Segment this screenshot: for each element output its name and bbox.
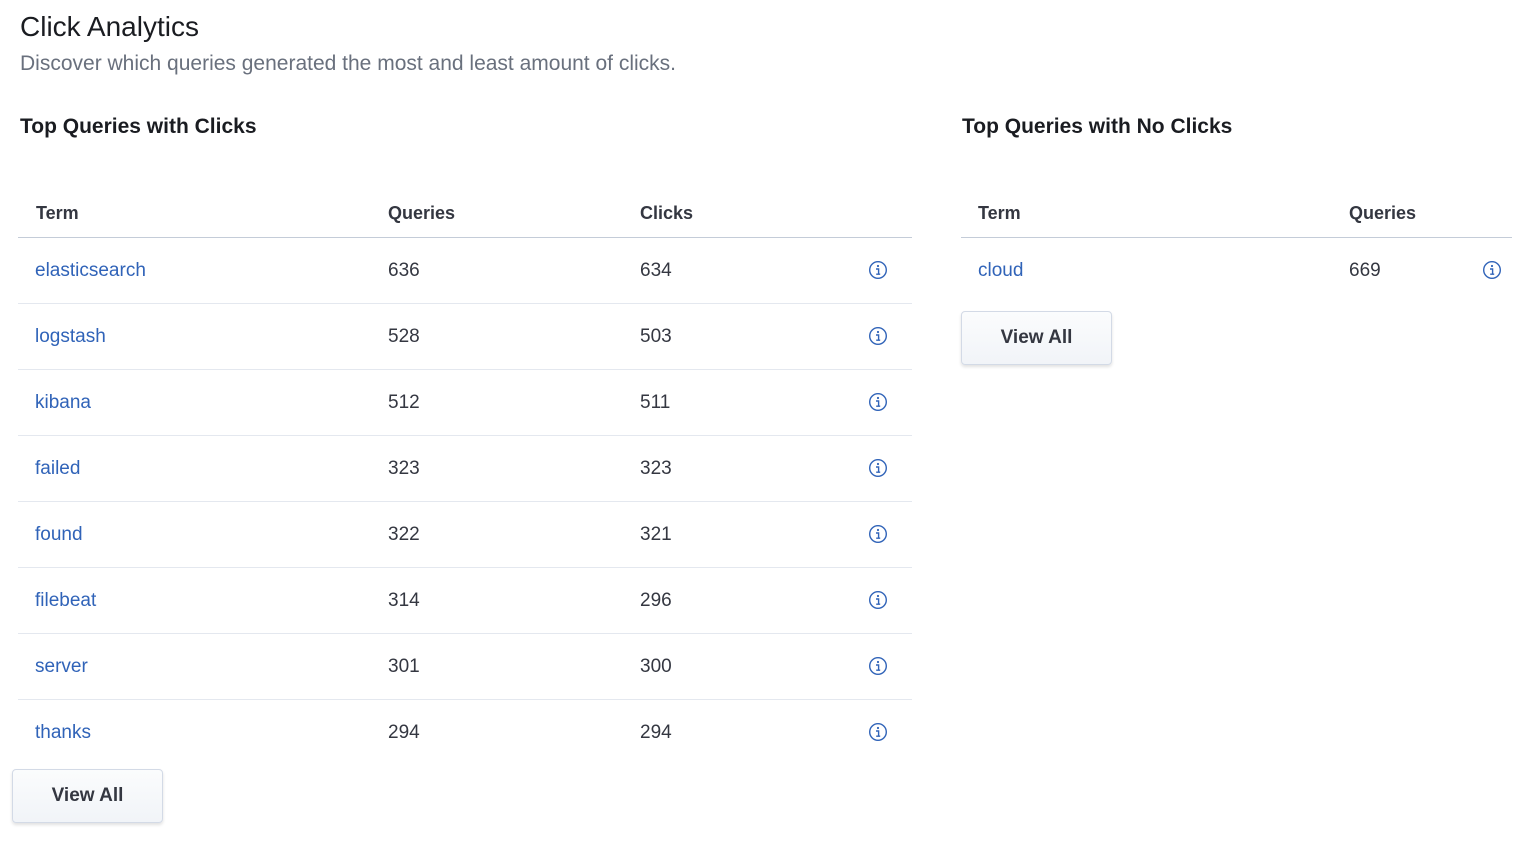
term-link[interactable]: server <box>35 656 88 677</box>
info-icon[interactable] <box>868 326 888 346</box>
term-link[interactable]: found <box>35 524 83 545</box>
column-header-term[interactable]: Term <box>18 189 388 238</box>
clicks-count: 503 <box>640 325 672 347</box>
row-actions <box>850 435 912 502</box>
top-queries-with-clicks-panel: Top Queries with Clicks Term Queries Cli… <box>12 112 912 823</box>
term-link[interactable]: elasticsearch <box>35 260 146 281</box>
row-actions <box>850 237 912 304</box>
table-row: thanks 294 294 <box>18 700 912 766</box>
info-icon[interactable] <box>868 722 888 742</box>
with-clicks-table: Term Queries Clicks elasticsearch 636 634 l… <box>18 189 912 765</box>
queries-count: 528 <box>388 325 420 347</box>
clicks-count: 511 <box>640 391 671 413</box>
clicks-count: 323 <box>640 457 672 479</box>
queries-count: 301 <box>388 655 420 677</box>
table-row: found 322 321 <box>18 501 912 568</box>
row-actions <box>850 369 912 436</box>
table-row: filebeat 314 296 <box>18 567 912 634</box>
term-link[interactable]: failed <box>35 458 80 479</box>
column-header-queries[interactable]: Queries <box>388 189 640 238</box>
table-row: failed 323 323 <box>18 435 912 502</box>
info-icon[interactable] <box>868 524 888 544</box>
table-header-row: Term Queries <box>961 189 1512 238</box>
page-subtitle: Discover which queries generated the mos… <box>20 52 676 75</box>
clicks-count: 634 <box>640 259 672 281</box>
queries-count: 669 <box>1349 259 1381 281</box>
row-actions <box>850 501 912 568</box>
queries-count: 323 <box>388 457 420 479</box>
queries-count: 314 <box>388 589 420 611</box>
panel-title-with-clicks: Top Queries with Clicks <box>20 115 257 138</box>
info-icon[interactable] <box>868 392 888 412</box>
term-link[interactable]: filebeat <box>35 590 96 611</box>
row-actions <box>850 633 912 700</box>
table-row: kibana 512 511 <box>18 369 912 436</box>
table-row: elasticsearch 636 634 <box>18 237 912 304</box>
table-row: server 301 300 <box>18 633 912 700</box>
column-header-actions <box>850 189 912 238</box>
row-actions <box>1467 238 1512 304</box>
info-icon[interactable] <box>1482 260 1502 280</box>
table-row: cloud 669 <box>961 238 1512 304</box>
term-link[interactable]: cloud <box>978 260 1023 281</box>
panel-title-no-clicks: Top Queries with No Clicks <box>962 115 1233 138</box>
row-actions <box>850 700 912 766</box>
queries-count: 322 <box>388 523 420 545</box>
no-clicks-table: Term Queries cloud 669 <box>961 189 1512 303</box>
info-icon[interactable] <box>868 590 888 610</box>
clicks-count: 296 <box>640 589 672 611</box>
row-actions <box>850 567 912 634</box>
column-header-term[interactable]: Term <box>961 189 1349 238</box>
top-queries-no-clicks-panel: Top Queries with No Clicks Term Queries … <box>961 112 1513 365</box>
term-link[interactable]: logstash <box>35 326 106 347</box>
term-link[interactable]: kibana <box>35 392 91 413</box>
queries-count: 512 <box>388 391 420 413</box>
page-title: Click Analytics <box>20 11 199 42</box>
view-all-button-with-clicks[interactable]: View All <box>12 769 163 823</box>
queries-count: 294 <box>388 721 420 743</box>
view-all-button-no-clicks[interactable]: View All <box>961 311 1112 365</box>
info-icon[interactable] <box>868 260 888 280</box>
term-link[interactable]: thanks <box>35 722 91 743</box>
table-header-row: Term Queries Clicks <box>18 189 912 238</box>
info-icon[interactable] <box>868 458 888 478</box>
clicks-count: 294 <box>640 721 672 743</box>
table-row: logstash 528 503 <box>18 303 912 370</box>
column-header-actions <box>1467 189 1512 238</box>
clicks-count: 300 <box>640 655 672 677</box>
clicks-count: 321 <box>640 523 672 545</box>
column-header-clicks[interactable]: Clicks <box>640 189 850 238</box>
info-icon[interactable] <box>868 656 888 676</box>
row-actions <box>850 303 912 370</box>
queries-count: 636 <box>388 259 420 281</box>
column-header-queries[interactable]: Queries <box>1349 189 1467 238</box>
